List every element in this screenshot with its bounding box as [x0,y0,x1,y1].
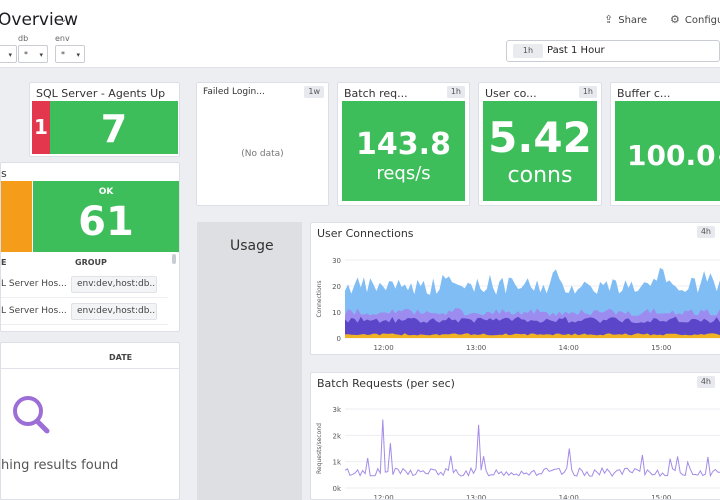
share-icon: ⇪ [604,13,614,26]
y-tick-label: 2k [332,432,341,440]
template-var-label: env [55,34,70,43]
y-tick-label: 3k [332,406,341,414]
share-button[interactable]: ⇪ Share [604,13,647,26]
user-connections-plot[interactable]: 30 20 10 0 12:00 13:00 14:00 15:00 Connections [311,223,720,355]
template-var-select[interactable]: *▾ [0,45,17,63]
user-connections-value-widget[interactable]: User co... 1h 5.42 conns [478,82,602,206]
col-header-date[interactable]: DATE [109,353,132,362]
y-tick-label: 1k [332,459,341,467]
y-tick-label: 30 [332,257,341,265]
table-row[interactable]: L Server Hos... env:dev,host:db... [1,299,168,325]
y-tick-label: 0 [337,335,341,343]
batch-requests-value-widget[interactable]: Batch req... 1h 143.8 reqs/s [337,82,470,206]
metric-value: 100.0% [627,139,720,172]
caret-down-icon: ▾ [76,51,80,59]
status-table-widget: E GROUP L Server Hos... env:dev,host:db.… [0,252,180,332]
batch-requests-plot[interactable]: 3k 2k 1k 0k 12:00 13:00 14:00 15:00 Requests/sec… [311,373,720,500]
widget-title: User co... [485,87,537,100]
row-group-tag[interactable]: env:dev,host:db... [71,303,157,320]
status-ok-value: 61 [78,199,134,245]
caret-down-icon: ▾ [8,51,12,59]
search-icon [13,396,50,434]
agents-up-block[interactable]: 7 [50,101,178,154]
time-range-badge: 1h [513,44,543,58]
template-var-select[interactable]: *▾ [18,45,48,63]
gear-icon: ⚙ [670,13,680,26]
failed-logins-widget[interactable]: Failed Login... 1w (No data) [196,82,329,206]
x-tick-label: 12:00 [373,494,393,500]
caret-down-icon: ▾ [39,51,43,59]
widget-title: SQL Server - Agents Up [36,87,166,100]
y-tick-label: 10 [332,309,341,317]
row-name: L Server Hos... [1,306,67,316]
row-name: L Server Hos... [1,279,67,289]
template-var-label: db [18,34,29,43]
chevron-down-icon[interactable]: ⌄ [59,14,67,25]
template-var-env[interactable]: env * ▾ [55,34,85,63]
usage-group-header[interactable]: Usage [197,222,302,500]
status-ok-block[interactable]: OK 61 [33,181,179,253]
value-box: 143.8 reqs/s [342,101,465,201]
x-tick-label: 13:00 [466,494,486,500]
time-range-picker[interactable]: 1h Past 1 Hour [506,40,720,62]
col-header-group[interactable]: GROUP [75,258,107,267]
template-var-db[interactable]: db * ▾ [18,34,48,63]
y-tick-label: 20 [332,283,341,291]
dashboard-header: Overview ⌄ ⇪Share ⚙Configure *▾ db *▾ en… [0,0,720,68]
x-tick-label: 13:00 [466,344,486,352]
no-data-text: (No data) [241,149,284,159]
x-tick-label: 12:00 [373,344,393,352]
col-header-name[interactable]: E [1,258,6,267]
x-tick-label: 15:00 [651,494,671,500]
row-group-tag[interactable]: env:dev,host:db... [71,276,157,293]
group-title: Usage [230,238,274,254]
widget-time-badge: 1w [304,86,324,98]
value-box: 5.42 conns [483,101,597,201]
buffer-cache-value-widget[interactable]: Buffer c... 100.0% [610,82,720,206]
metric-unit: conns [507,163,573,188]
status-check-widget[interactable]: s OK 61 [0,162,180,255]
table-scrollbar[interactable] [172,254,176,264]
value-box: 100.0% [615,101,720,201]
widget-title: Failed Login... [203,87,265,97]
widget-time-badge: 1h [578,86,597,98]
events-header [1,343,179,369]
widget-title: Batch req... [344,87,408,100]
configure-button[interactable]: ⚙Configure [670,13,720,26]
batch-requests-timeseries[interactable]: Batch Requests (per sec) 4h 3k 2k 1k 0k 12:0… [310,372,720,500]
agents-down-block[interactable]: 1 [32,101,50,154]
agents-down-value: 1 [34,115,48,139]
template-var-label [0,34,17,44]
x-tick-label: 14:00 [559,344,579,352]
template-var-select[interactable]: *▾ [55,45,85,63]
table-row[interactable]: L Server Hos... env:dev,host:db... [1,272,168,298]
empty-state-text: hing results found [1,458,119,473]
metric-value: 5.42 [488,113,592,162]
template-var-host[interactable]: *▾ [0,34,17,63]
widget-title: s [1,167,7,180]
agents-up-value: 7 [100,107,128,151]
y-tick-label: 0k [332,485,341,493]
x-tick-label: 15:00 [651,344,671,352]
x-tick-label: 14:00 [559,494,579,500]
agents-up-widget[interactable]: SQL Server - Agents Up 1 7 [29,82,180,157]
user-connections-timeseries[interactable]: User Connections 4h 30 20 10 0 12:00 13:00 14:… [310,222,720,355]
status-warn-block[interactable] [1,181,32,253]
time-range-label: Past 1 Hour [547,45,605,56]
metric-unit: reqs/s [376,163,431,184]
widget-time-badge: 1h [446,86,465,98]
events-widget: DATE hing results found [0,342,180,500]
metric-value: 143.8 [356,127,451,162]
y-axis-label: Connections [316,280,323,317]
status-ok-label: OK [98,187,114,197]
widget-title: Buffer c... [617,87,671,100]
line-series-batch-requests [344,419,720,478]
y-axis-label: Requests/second [316,423,323,474]
